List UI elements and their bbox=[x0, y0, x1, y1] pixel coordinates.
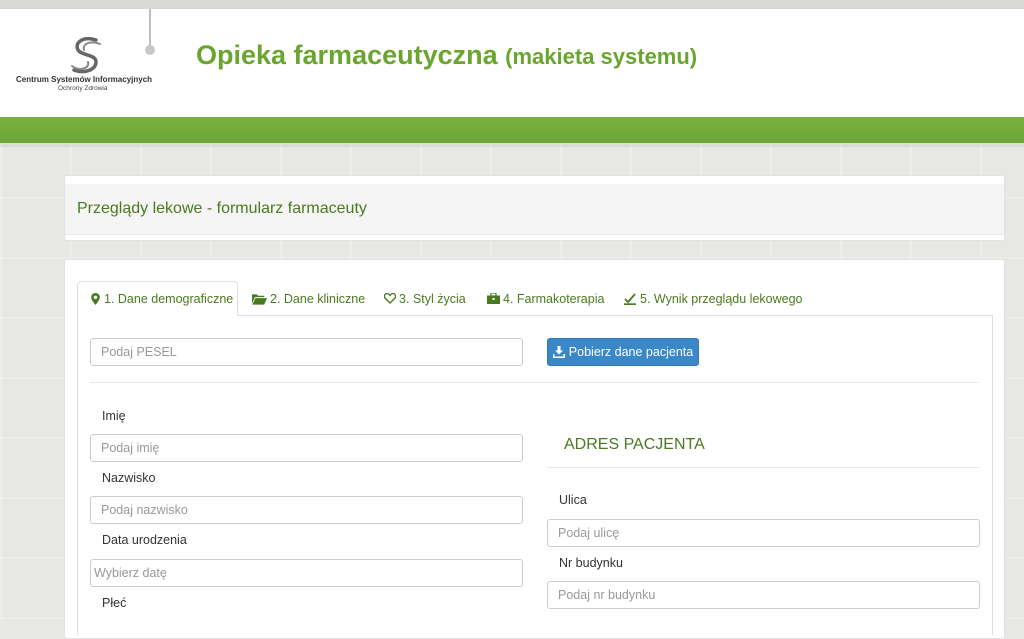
top-strip bbox=[0, 0, 1024, 9]
briefcase-icon bbox=[487, 293, 500, 304]
address-heading: ADRES PACJENTA bbox=[564, 436, 705, 453]
green-bar-shadow bbox=[0, 143, 1024, 147]
logo-subtitle: Ochrony Zdrowia bbox=[58, 85, 108, 92]
map-marker-icon bbox=[91, 292, 100, 305]
page-title-panel-heading: Przeglądy lekowe - formularz farmaceuty bbox=[65, 184, 1004, 235]
street-label: Ulica bbox=[559, 493, 587, 507]
logo-dot bbox=[145, 45, 155, 55]
dob-label: Data urodzenia bbox=[102, 533, 187, 547]
folder-open-icon bbox=[252, 293, 267, 305]
sex-label: Płeć bbox=[102, 596, 127, 610]
tab-label: 5. Wynik przeglądu lekowego bbox=[640, 291, 803, 306]
page-title: Przeglądy lekowe - formularz farmaceuty bbox=[77, 200, 367, 217]
building-label: Nr budynku bbox=[559, 556, 623, 570]
csioz-logo-icon bbox=[71, 37, 101, 74]
building-number-input[interactable] bbox=[547, 581, 980, 609]
check-edit-icon bbox=[624, 292, 636, 305]
dob-input[interactable] bbox=[90, 559, 523, 587]
pesel-input[interactable] bbox=[90, 338, 523, 366]
logo-line bbox=[149, 9, 151, 47]
fetch-patient-button[interactable]: Pobierz dane pacjenta bbox=[547, 338, 699, 366]
tab-demographics[interactable]: 1. Dane demograficzne bbox=[77, 281, 238, 316]
page-title-panel: Przeglądy lekowe - formularz farmaceuty bbox=[64, 175, 1005, 241]
tab-label: 4. Farmakoterapia bbox=[503, 291, 605, 306]
download-icon bbox=[552, 346, 565, 358]
app-title-paren: (makieta systemu) bbox=[505, 44, 698, 69]
divider bbox=[90, 382, 979, 383]
tab-label: 2. Dane kliniczne bbox=[270, 291, 366, 306]
tab-clinical[interactable]: 2. Dane kliniczne bbox=[252, 281, 365, 316]
tab-lifestyle[interactable]: 3. Styl życia bbox=[384, 281, 466, 316]
logo-name: Centrum Systemów Informacyjnych bbox=[16, 75, 153, 84]
first-name-label: Imię bbox=[102, 409, 126, 423]
first-name-input[interactable] bbox=[90, 434, 523, 462]
address-divider bbox=[547, 467, 979, 468]
street-input[interactable] bbox=[547, 519, 980, 547]
last-name-input[interactable] bbox=[90, 496, 523, 524]
tab-pharmacotherapy[interactable]: 4. Farmakoterapia bbox=[487, 281, 604, 316]
last-name-label: Nazwisko bbox=[102, 471, 156, 485]
tab-review-result[interactable]: 5. Wynik przeglądu lekowego bbox=[624, 281, 802, 316]
app-title-main: Opieka farmaceutyczna bbox=[196, 40, 498, 70]
green-bar bbox=[0, 117, 1024, 143]
app-title: Opieka farmaceutyczna (makieta systemu) bbox=[196, 40, 697, 71]
tab-label: 1. Dane demograficzne bbox=[104, 291, 234, 306]
heart-icon bbox=[384, 293, 396, 304]
fetch-patient-button-label: Pobierz dane pacjenta bbox=[568, 345, 694, 359]
tab-label: 3. Styl życia bbox=[399, 291, 466, 306]
